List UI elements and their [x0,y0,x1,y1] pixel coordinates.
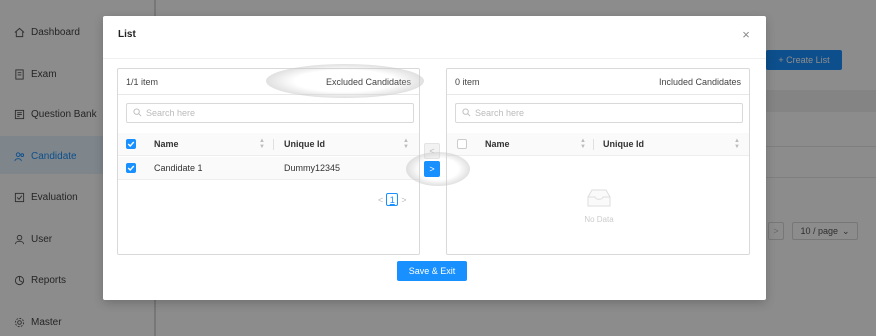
item-count: 1/1 item [126,77,159,87]
column-header-unique-id[interactable]: Unique Id [284,139,325,149]
table-row[interactable]: Candidate 1 Dummy12345 [118,157,419,180]
panel-title: Excluded Candidates [325,77,411,87]
modal-title: List [118,29,136,40]
pagination-prev[interactable]: < [378,195,383,205]
sort-icon[interactable]: ▲ ▼ [580,138,586,150]
excluded-candidates-panel: 1/1 item Excluded Candidates Search here… [117,68,420,255]
empty-inbox-icon [564,187,634,209]
move-left-button[interactable]: < [424,143,440,159]
table-header: Name ▲ ▼ Unique Id ▲ ▼ [118,133,419,156]
column-header-unique-id[interactable]: Unique Id [603,139,644,149]
save-exit-button[interactable]: Save & Exit [397,261,467,281]
sort-icon[interactable]: ▲ ▼ [734,138,740,150]
search-icon [133,107,142,119]
move-right-button[interactable]: > [424,161,440,177]
column-header-name[interactable]: Name [154,139,179,149]
select-all-checkbox[interactable] [126,139,136,149]
included-candidates-panel: 0 item Included Candidates Search here N… [446,68,750,255]
search-placeholder: Search here [146,108,196,118]
column-header-name[interactable]: Name [485,139,510,149]
list-modal: List × 1/1 item Excluded Candidates Sear… [103,16,766,300]
panel-header: 0 item Included Candidates [447,69,749,95]
column-divider [273,139,274,150]
candidate-name: Candidate 1 [154,163,203,173]
close-icon[interactable]: × [739,27,753,42]
search-placeholder: Search here [475,108,525,118]
column-divider [593,139,594,150]
sort-icon[interactable]: ▲ ▼ [403,138,409,150]
candidate-unique-id: Dummy12345 [284,163,341,173]
sort-icon[interactable]: ▲ ▼ [259,138,265,150]
pagination-next[interactable]: > [401,195,406,205]
search-input[interactable]: Search here [455,103,743,123]
table-header: Name ▲ ▼ Unique Id ▲ ▼ [447,133,749,156]
empty-state: No Data [564,187,634,224]
search-input[interactable]: Search here [126,103,414,123]
item-count: 0 item [455,77,480,87]
row-checkbox[interactable] [126,163,136,173]
panel-header: 1/1 item Excluded Candidates [118,69,419,95]
select-all-checkbox[interactable] [457,139,467,149]
modal-divider [103,58,766,59]
search-icon [462,107,471,119]
panel-title: Included Candidates [658,77,741,87]
empty-text: No Data [584,215,614,224]
pagination-page[interactable]: 1 [386,193,399,206]
pagination: < 1 > [378,193,407,206]
